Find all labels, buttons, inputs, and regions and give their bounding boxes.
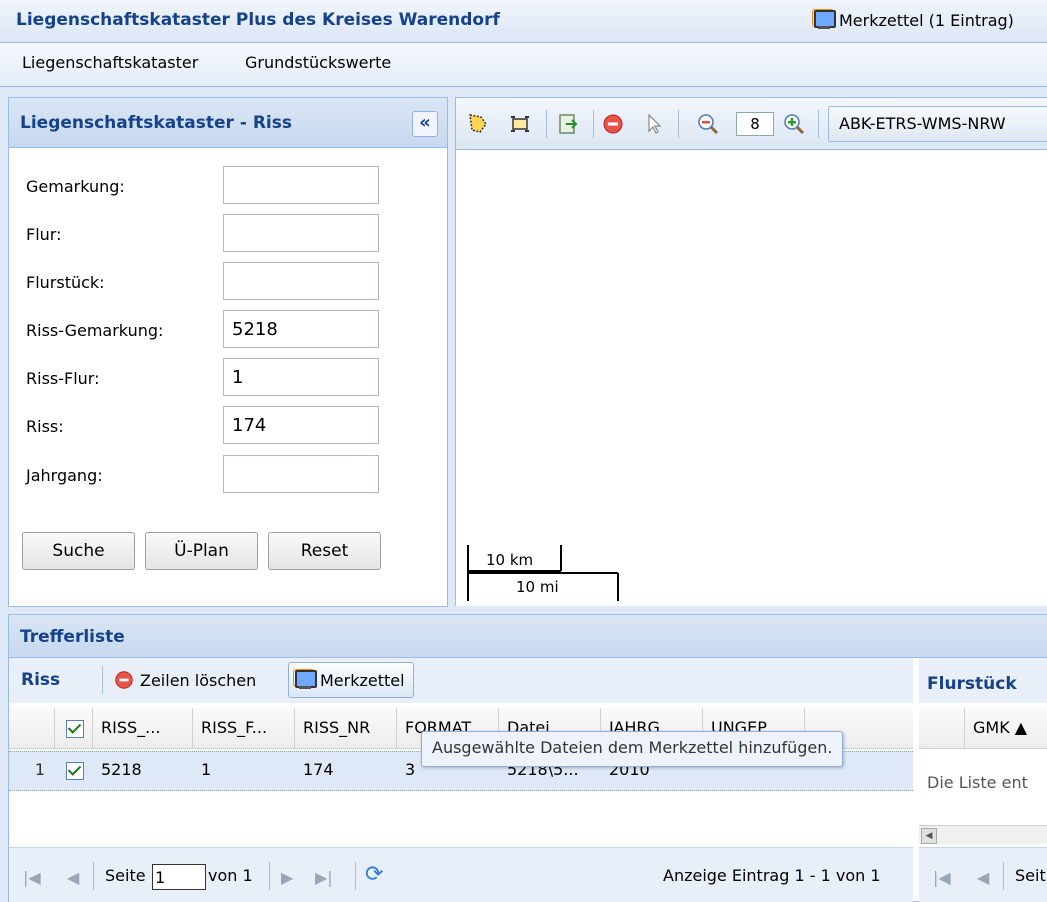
flurstueck-field[interactable] (223, 262, 379, 300)
pointer-icon[interactable] (642, 112, 666, 136)
riss-pager: |◀ ◀ Seite 1 von 1 ▶ ▶| ⟳ Anzeige Eintra… (9, 847, 913, 902)
search-panel-title: Liegenschaftskataster - Riss (20, 113, 292, 133)
last-page-icon[interactable]: ▶| (315, 868, 333, 887)
row-number: 1 (34, 760, 45, 779)
gemarkung-field[interactable] (223, 166, 379, 204)
menu-item-liegenschaftskataster[interactable]: Liegenschaftskataster (22, 53, 198, 72)
row-checkbox[interactable] (55, 752, 93, 788)
search-button[interactable]: Suche (22, 532, 135, 570)
cell-riss-nr: 174 (303, 760, 334, 779)
toolbar-separator (546, 110, 547, 138)
delete-rows-button[interactable]: Zeilen löschen (113, 669, 256, 691)
column-header-riss-gmk[interactable]: RISS_... (93, 708, 193, 748)
row-number-header (919, 708, 965, 748)
toolbar-separator (1003, 862, 1004, 890)
cell-riss-gmk: 5218 (101, 760, 142, 779)
reset-button[interactable]: Reset (268, 532, 381, 570)
page-count-label: von 1 (208, 866, 253, 885)
riss-label: Riss: (26, 417, 64, 436)
riss-field[interactable]: 174 (223, 406, 379, 444)
jahrgang-label: Jahrgang: (26, 466, 103, 485)
merkzettel-button-label: Merkzettel (320, 670, 405, 690)
overview-plan-button[interactable]: Ü-Plan (145, 532, 258, 570)
riss-grid-label: Riss (21, 670, 61, 690)
toolbar-separator (678, 110, 679, 138)
delete-icon (115, 671, 133, 689)
merkzettel-label: Merkzettel (1 Eintrag) (839, 10, 1014, 30)
toolbar-separator (269, 862, 270, 890)
select-all-checkbox[interactable] (55, 708, 93, 748)
merkzettel-link[interactable]: Merkzettel (1 Eintrag) (812, 9, 1014, 31)
zoom-level-display: 8 (736, 112, 774, 136)
zoom-in-icon[interactable] (782, 112, 806, 136)
map-panel[interactable]: 8 ABK-ETRS-WMS-NRW 10 km 10 mi (455, 97, 1047, 606)
flurstueck-grid-label: Flurstück (927, 674, 1017, 694)
page-number-input[interactable]: 1 (152, 864, 206, 890)
column-header-riss-flur[interactable]: RISS_F... (193, 708, 295, 748)
column-header-gmk[interactable]: GMK ▲ (965, 708, 1047, 748)
merkzettel-tooltip: Ausgewählte Dateien dem Merkzettel hinzu… (421, 731, 844, 767)
empty-list-text: Die Liste ent (927, 773, 1028, 792)
polygon-select-icon[interactable] (466, 112, 490, 136)
zoom-extent-icon[interactable] (508, 112, 532, 136)
layer-select[interactable]: ABK-ETRS-WMS-NRW (828, 106, 1047, 142)
search-panel: Liegenschaftskataster - Riss « Gemarkung… (8, 97, 448, 607)
app-header: Liegenschaftskataster Plus des Kreises W… (0, 0, 1047, 43)
flur-field[interactable] (223, 214, 379, 252)
scale-km-label: 10 km (486, 551, 533, 569)
map-toolbar: 8 ABK-ETRS-WMS-NRW (456, 98, 1047, 150)
first-page-icon[interactable]: |◀ (933, 868, 951, 887)
export-icon[interactable] (556, 112, 580, 136)
scale-bar: 10 km 10 mi (467, 545, 619, 601)
app-title: Liegenschaftskataster Plus des Kreises W… (16, 10, 500, 30)
checkbox-icon (66, 719, 84, 738)
prev-page-icon[interactable]: ◀ (977, 868, 989, 887)
flur-label: Flur: (26, 225, 62, 244)
gemarkung-label: Gemarkung: (26, 177, 125, 196)
first-page-icon[interactable]: |◀ (23, 868, 41, 887)
toolbar-separator (355, 862, 356, 890)
results-title: Trefferliste (20, 627, 125, 647)
next-page-icon[interactable]: ▶ (281, 868, 293, 887)
toolbar-separator (818, 110, 819, 138)
flurstueck-toolbar: Flurstück (919, 658, 1047, 703)
column-header-riss-nr[interactable]: RISS_NR (295, 708, 397, 748)
riss-flur-field[interactable]: 1 (223, 358, 379, 396)
toolbar-separator (102, 666, 103, 694)
scroll-left-icon[interactable]: ◀ (921, 828, 937, 844)
flurstueck-grid-header: GMK ▲ (919, 708, 1047, 749)
scale-mi-label: 10 mi (516, 578, 559, 596)
results-header: Trefferliste (9, 615, 1047, 658)
cell-riss-flur: 1 (201, 760, 212, 779)
delete-rows-label: Zeilen löschen (140, 670, 257, 690)
menu-bar: Liegenschaftskataster Grundstückswerte (0, 43, 1047, 87)
stop-icon[interactable] (601, 112, 625, 136)
collapse-panel-button[interactable]: « (412, 111, 438, 137)
page-label: Seit (1015, 866, 1046, 885)
riss-gemarkung-field[interactable]: 5218 (223, 310, 379, 348)
search-panel-header: Liegenschaftskataster - Riss « (9, 98, 447, 148)
merkzettel-button[interactable]: Merkzettel (288, 662, 414, 698)
refresh-icon[interactable]: ⟳ (365, 862, 383, 887)
prev-page-icon[interactable]: ◀ (67, 868, 79, 887)
toolbar-separator (93, 862, 94, 890)
flurstueck-label: Flurstück: (26, 273, 105, 292)
results-panel: Trefferliste Riss Zeilen löschen Merkzet… (8, 614, 1047, 902)
row-number-header (9, 708, 55, 748)
zoom-out-icon[interactable] (696, 112, 720, 136)
riss-gemarkung-label: Riss-Gemarkung: (26, 321, 164, 340)
checkbox-icon (66, 761, 84, 780)
monitor-icon (812, 9, 836, 31)
add-to-notepad-icon (293, 669, 317, 691)
paging-status: Anzeige Eintrag 1 - 1 von 1 (663, 866, 881, 885)
menu-item-grundstueckswerte[interactable]: Grundstückswerte (245, 53, 391, 72)
horizontal-scrollbar[interactable]: ◀ (919, 825, 1047, 844)
toolbar-separator (593, 110, 594, 138)
riss-flur-label: Riss-Flur: (26, 369, 100, 388)
riss-toolbar: Riss Zeilen löschen Merkzettel (9, 658, 913, 703)
page-label: Seite (105, 866, 146, 885)
flurstueck-pager: |◀ ◀ Seit (919, 847, 1047, 902)
jahrgang-field[interactable] (223, 455, 379, 493)
